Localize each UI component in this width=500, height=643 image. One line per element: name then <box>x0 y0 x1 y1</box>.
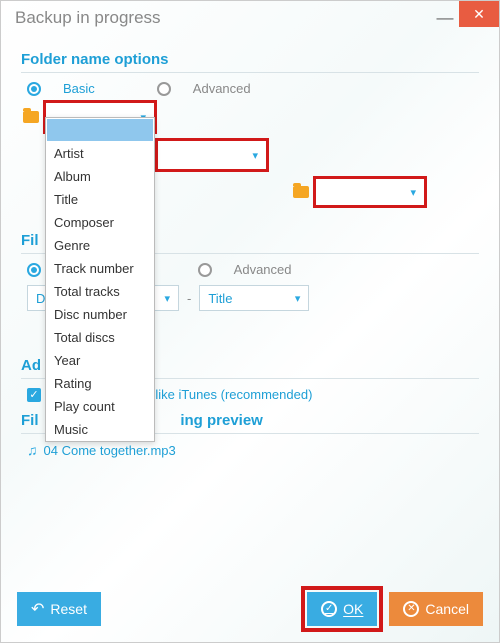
dropdown-option[interactable]: Composer <box>46 211 154 234</box>
folder-dropdown-2[interactable]: ▾ <box>157 140 267 170</box>
ok-button-label: OK <box>343 601 363 617</box>
dropdown-option[interactable]: Year <box>46 349 154 372</box>
dropdown-option[interactable]: Title <box>46 188 154 211</box>
chevron-down-icon: ▾ <box>295 292 301 305</box>
dropdown-option[interactable]: Total tracks <box>46 280 154 303</box>
dropdown-option[interactable]: Music <box>46 418 154 441</box>
dropdown-option[interactable]: Disc number <box>46 303 154 326</box>
preview-title-prefix: Fil <box>21 412 39 429</box>
radio-advanced-folder-label: Advanced <box>193 81 251 96</box>
cancel-button[interactable]: ✕ Cancel <box>389 592 483 626</box>
ok-button[interactable]: ✓ OK <box>307 592 377 626</box>
folder-icon <box>293 186 309 198</box>
close-button[interactable]: ✕ <box>459 1 499 27</box>
check-circle-icon: ✓ <box>321 601 337 617</box>
preview-row: ♫ 04 Come together.mp3 <box>27 442 479 458</box>
cancel-circle-icon: ✕ <box>403 601 419 617</box>
separator-dash: - <box>187 291 191 306</box>
radio-basic-file[interactable] <box>27 263 41 277</box>
folder-section-title: Folder name options <box>21 51 479 73</box>
dropdown-option[interactable]: Artist <box>46 142 154 165</box>
cancel-button-label: Cancel <box>425 601 469 617</box>
file-section-title-prefix: Fil <box>21 232 39 249</box>
radio-advanced-folder[interactable] <box>157 82 171 96</box>
radio-advanced-file-label: Advanced <box>234 262 292 277</box>
dropdown-option[interactable]: Album <box>46 165 154 188</box>
dropdown-option[interactable]: Genre <box>46 234 154 257</box>
window-title: Backup in progress <box>15 8 161 28</box>
folder-level-3: ▾ <box>293 178 425 206</box>
radio-basic-folder[interactable] <box>27 82 41 96</box>
dropdown-option[interactable]: Rating <box>46 372 154 395</box>
dropdown-option[interactable]: Track number <box>46 257 154 280</box>
footer: ↶ Reset ✓ OK ✕ Cancel <box>1 580 499 642</box>
titlebar: Backup in progress — ✕ <box>1 1 499 35</box>
file-dropdown-title-value: Title <box>208 291 232 306</box>
chevron-down-icon: ▾ <box>252 149 258 162</box>
preview-filename: 04 Come together.mp3 <box>44 443 176 458</box>
dialog-window: Backup in progress — ✕ Folder name optio… <box>0 0 500 643</box>
radio-advanced-file[interactable] <box>198 263 212 277</box>
dropdown-option[interactable]: Total discs <box>46 326 154 349</box>
folder-radio-row: Basic Advanced <box>27 81 479 96</box>
folder-dropdown-3[interactable]: ▾ <box>315 178 425 206</box>
advanced-title-prefix: Ad <box>21 357 41 374</box>
chevron-down-icon: ▾ <box>164 292 170 305</box>
reset-button[interactable]: ↶ Reset <box>17 592 101 626</box>
dropdown-selected-blank[interactable] <box>47 119 153 141</box>
file-dropdown-title[interactable]: Title ▾ <box>199 285 309 311</box>
checkbox-limit-length[interactable]: ✓ <box>27 388 41 402</box>
reset-button-label: Reset <box>50 601 87 617</box>
undo-icon: ↶ <box>31 599 44 619</box>
folder-icon <box>23 111 39 123</box>
music-note-icon: ♫ <box>27 442 38 458</box>
preview-title-suffix: ing preview <box>180 412 263 429</box>
chevron-down-icon: ▾ <box>410 186 416 199</box>
ok-button-highlight: ✓ OK <box>305 590 379 628</box>
folder-level-2: ▾ <box>157 140 267 170</box>
folder-dropdown-1-menu[interactable]: Artist Album Title Composer Genre Track … <box>45 117 155 442</box>
minimize-button[interactable]: — <box>431 8 459 28</box>
dropdown-option[interactable]: Play count <box>46 395 154 418</box>
radio-basic-folder-label: Basic <box>63 81 95 96</box>
